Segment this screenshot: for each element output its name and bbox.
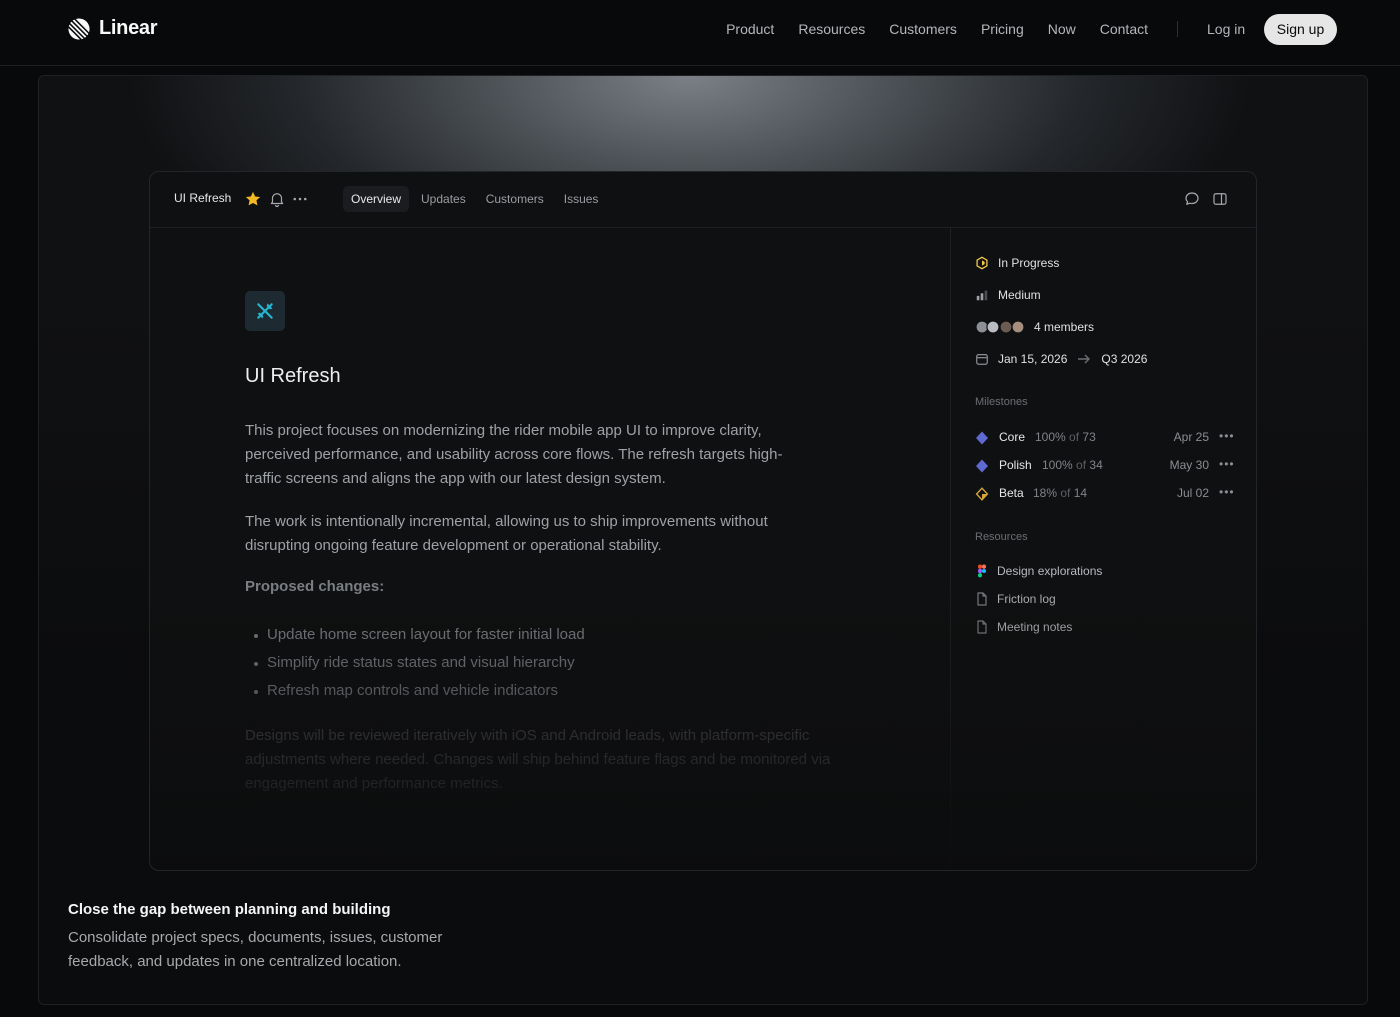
members-property[interactable]: 4 members [975, 320, 1094, 334]
more-icon[interactable] [291, 190, 309, 208]
project-icon[interactable] [245, 291, 285, 331]
list-item: Simplify ride status states and visual h… [254, 649, 585, 677]
tab-updates[interactable]: Updates [413, 186, 474, 212]
list-item: Update home screen layout for faster ini… [254, 621, 585, 649]
status-property[interactable]: In Progress [975, 256, 1059, 270]
project-header: UI Refresh Overview Updates Customers Is… [150, 172, 1256, 228]
resource-link[interactable]: Design explorations [975, 564, 1102, 578]
nav-link-pricing[interactable]: Pricing [981, 20, 1024, 38]
avatars [975, 320, 1025, 334]
linear-logo[interactable]: Linear [68, 17, 158, 40]
nav-link-product[interactable]: Product [726, 20, 774, 38]
resource-label: Meeting notes [997, 620, 1073, 634]
resources-heading: Resources [975, 531, 1028, 543]
nav-link-resources[interactable]: Resources [798, 20, 865, 38]
milestone-row[interactable]: Core 100% of 73 Apr 25 ••• [975, 429, 1235, 447]
diamond-icon [976, 459, 988, 473]
nav-link-contact[interactable]: Contact [1100, 20, 1148, 38]
bell-icon[interactable] [268, 190, 286, 208]
resource-link[interactable]: Friction log [975, 592, 1056, 606]
description-paragraph: The work is intentionally incremental, a… [245, 513, 768, 554]
resource-label: Design explorations [997, 564, 1103, 578]
proposed-changes-list: Update home screen layout for faster ini… [254, 621, 585, 705]
list-item: Refresh map controls and vehicle indicat… [254, 677, 585, 705]
tab-issues[interactable]: Issues [556, 186, 607, 212]
priority-label: Medium [998, 288, 1041, 302]
milestones-heading: Milestones [975, 396, 1028, 408]
nav-divider [1177, 21, 1178, 37]
more-icon[interactable]: ••• [1219, 429, 1235, 447]
priority-property[interactable]: Medium [975, 288, 1041, 302]
nav-link-now[interactable]: Now [1048, 20, 1076, 38]
resource-label: Friction log [997, 592, 1056, 606]
start-date: Jan 15, 2026 [998, 352, 1068, 366]
project-tabs: Overview Updates Customers Issues [343, 186, 606, 212]
milestone-progress: 100% of 73 [1035, 430, 1096, 444]
priority-medium-icon [976, 290, 988, 301]
project-title: UI Refresh [245, 365, 341, 387]
logo-text: Linear [99, 17, 158, 39]
members-label: 4 members [1034, 320, 1095, 334]
hero-showcase: UI Refresh Overview Updates Customers Is… [38, 75, 1368, 1005]
status-in-progress-icon [976, 256, 988, 270]
calendar-icon [976, 354, 988, 365]
diamond-icon [976, 431, 988, 445]
milestone-name: Polish [999, 458, 1032, 472]
caption-title: Close the gap between planning and build… [68, 901, 391, 918]
more-icon[interactable]: ••• [1219, 485, 1235, 503]
breadcrumb[interactable]: UI Refresh [174, 191, 231, 205]
nav-link-customers[interactable]: Customers [889, 20, 957, 38]
milestone-row[interactable]: Polish 100% of 34 May 30 ••• [975, 457, 1235, 475]
properties-sidebar: In Progress Medium 4 members Jan 15, 202… [950, 228, 1256, 870]
proposed-changes-heading: Proposed changes: [245, 578, 385, 595]
dates-property[interactable]: Jan 15, 2026 Q3 2026 [975, 352, 1147, 366]
figma-icon [978, 564, 986, 578]
milestone-date: May 30 [1169, 458, 1209, 472]
login-link[interactable]: Log in [1207, 20, 1245, 38]
document-icon [977, 620, 987, 634]
top-navigation: Linear Product Resources Customers Prici… [0, 0, 1400, 66]
resource-link[interactable]: Meeting notes [975, 620, 1072, 634]
panel-icon[interactable] [1211, 190, 1229, 208]
linear-logo-icon [68, 17, 90, 40]
status-label: In Progress [998, 256, 1060, 270]
star-icon[interactable] [244, 190, 262, 208]
milestone-progress: 18% of 14 [1033, 486, 1088, 500]
milestone-date: Apr 25 [1173, 430, 1209, 444]
diamond-icon [975, 487, 989, 501]
arrow-right-icon [1078, 354, 1091, 364]
description-paragraph: This project focuses on modernizing the … [245, 422, 783, 487]
caption-text: Consolidate project specs, documents, is… [68, 929, 443, 970]
tab-overview[interactable]: Overview [343, 186, 410, 212]
milestone-date: Jul 02 [1176, 486, 1209, 500]
project-overview: UI Refresh This project focuses on moder… [150, 228, 950, 870]
target-date: Q3 2026 [1101, 352, 1148, 366]
comment-icon[interactable] [1183, 190, 1201, 208]
nav-links: Product Resources Customers Pricing Now … [726, 20, 1148, 38]
signup-button[interactable]: Sign up [1264, 14, 1337, 45]
document-icon [977, 592, 987, 606]
feature-caption: Close the gap between planning and build… [68, 900, 508, 974]
more-icon[interactable]: ••• [1219, 457, 1235, 475]
milestone-name: Beta [999, 486, 1024, 500]
app-window: UI Refresh Overview Updates Customers Is… [149, 171, 1257, 871]
tab-customers[interactable]: Customers [478, 186, 552, 212]
milestone-row[interactable]: Beta 18% of 14 Jul 02 ••• [975, 485, 1235, 503]
description-paragraph: Designs will be reviewed iteratively wit… [245, 727, 831, 792]
milestone-progress: 100% of 34 [1042, 458, 1103, 472]
milestone-name: Core [999, 430, 1026, 444]
